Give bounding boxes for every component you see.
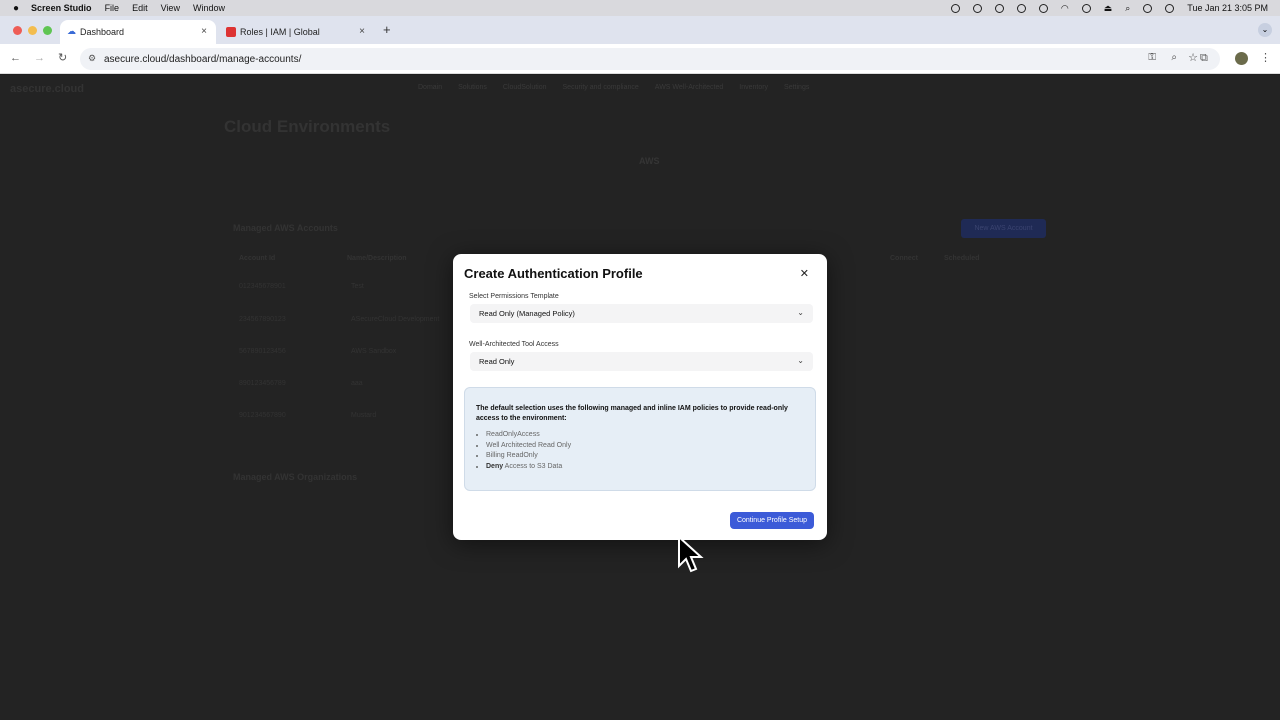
app-menu-name[interactable]: Screen Studio — [31, 3, 92, 13]
select-value: Read Only (Managed Policy) — [479, 309, 575, 318]
account-name: Test — [351, 283, 364, 290]
permissions-template-label: Select Permissions Template — [469, 293, 559, 300]
tab-roles-iam[interactable]: Roles | IAM | Global × — [220, 20, 374, 44]
nav-item-solutions[interactable]: Solutions — [458, 84, 487, 91]
eject-icon[interactable]: ⏏ — [1104, 3, 1113, 14]
chevron-down-icon: ⌄ — [797, 308, 804, 317]
menu-edit[interactable]: Edit — [132, 3, 148, 13]
policy-item: ReadOnlyAccess — [486, 430, 571, 441]
menu-window[interactable]: Window — [193, 3, 225, 13]
mac-menu-bar: ● Screen Studio File Edit View Window ◠ … — [0, 0, 1280, 16]
reload-icon[interactable]: ↻ — [58, 52, 67, 64]
policy-item: Billing ReadOnly — [486, 451, 571, 462]
nav-item-cloudsolution[interactable]: CloudSolution — [503, 84, 547, 91]
zoom-window-button[interactable] — [43, 26, 52, 35]
info-text: The default selection uses the following… — [476, 405, 788, 422]
cc-icon[interactable] — [994, 3, 1004, 13]
continue-profile-setup-button[interactable]: Continue Profile Setup — [730, 512, 814, 529]
site-info-icon[interactable]: ⚙ — [88, 53, 96, 64]
url-text: asecure.cloud/dashboard/manage-accounts/ — [104, 53, 302, 65]
tab-label: Dashboard — [80, 27, 125, 37]
account-id: 567890123456 — [239, 348, 286, 355]
account-name: ASecureCloud Development — [351, 316, 440, 323]
col-account-id: Account Id — [239, 255, 276, 262]
search-icon[interactable]: ⌕ — [1125, 3, 1130, 14]
nav-item-settings[interactable]: Settings — [784, 84, 809, 91]
policy-info-box: The default selection uses the following… — [464, 387, 816, 491]
orgs-section-title: Managed AWS Organizations — [233, 472, 358, 482]
nav-item-inventory[interactable]: Inventory — [739, 84, 768, 91]
apple-icon[interactable]: ● — [13, 3, 19, 14]
menu-view[interactable]: View — [161, 3, 180, 13]
close-window-button[interactable] — [13, 26, 22, 35]
new-account-button[interactable]: New AWS Account — [961, 219, 1046, 238]
policy-item-deny: Deny Access to S3 Data — [486, 462, 571, 473]
dropbox-icon[interactable] — [1016, 3, 1026, 13]
status-icon[interactable] — [972, 3, 982, 13]
aws-favicon-icon — [226, 27, 236, 37]
page-title: Cloud Environments — [224, 117, 391, 136]
wa-tool-access-label: Well-Architected Tool Access — [469, 341, 559, 348]
policy-item: Well Architected Read Only — [486, 441, 571, 452]
profile-avatar[interactable] — [1235, 52, 1248, 65]
col-connect: Connect — [890, 255, 918, 262]
deny-label: Deny — [486, 462, 504, 470]
account-name: Mustard — [351, 412, 377, 419]
accounts-section-title: Managed AWS Accounts — [233, 223, 338, 233]
wa-tool-access-select[interactable]: Read Only ⌄ — [470, 352, 813, 371]
back-icon[interactable]: ← — [10, 52, 21, 64]
account-name: aaa — [351, 380, 363, 387]
chevron-down-icon: ⌄ — [797, 356, 804, 365]
nav-item-well-architected[interactable]: AWS Well-Architected — [655, 84, 723, 91]
close-icon[interactable]: ✕ — [800, 267, 809, 280]
browser-toolbar: ← → ↻ ⚙ asecure.cloud/dashboard/manage-a… — [0, 44, 1280, 74]
extensions-icon[interactable]: ⧉ — [1200, 52, 1208, 64]
tab-dashboard[interactable]: ☁ Dashboard × — [60, 20, 216, 44]
browser-tab-bar: ☁ Dashboard × Roles | IAM | Global × + ⌄ — [0, 16, 1280, 44]
policy-list: ReadOnlyAccess Well Architected Read Onl… — [486, 430, 571, 472]
col-name: Name/Description — [347, 255, 407, 262]
nav-item-security[interactable]: Security and compliance — [563, 84, 639, 91]
clock[interactable]: Tue Jan 21 3:05 PM — [1187, 3, 1268, 13]
siri-icon[interactable] — [1165, 3, 1175, 13]
control-center-icon[interactable] — [1143, 3, 1153, 13]
bookmark-star-icon[interactable]: ☆ — [1188, 51, 1198, 64]
browser-menu-icon[interactable]: ⋮ — [1260, 52, 1271, 64]
provider-tab-aws[interactable]: AWS — [639, 156, 660, 166]
close-tab-icon[interactable]: × — [201, 26, 207, 37]
close-tab-icon[interactable]: × — [359, 26, 365, 37]
menu-file[interactable]: File — [105, 3, 120, 13]
minimize-window-button[interactable] — [28, 26, 37, 35]
tab-search-icon[interactable]: ⌄ — [1258, 23, 1272, 37]
site-logo[interactable]: asecure.cloud — [10, 83, 84, 95]
permissions-template-select[interactable]: Read Only (Managed Policy) ⌄ — [470, 304, 813, 323]
deny-text: Access to S3 Data — [503, 462, 563, 470]
account-id: 890123456789 — [239, 380, 286, 387]
tab-label: Roles | IAM | Global — [240, 27, 320, 37]
top-nav: Domain Solutions CloudSolution Security … — [418, 84, 809, 91]
new-tab-icon[interactable]: + — [383, 22, 391, 37]
user-icon[interactable] — [1081, 3, 1091, 13]
password-key-icon[interactable]: ⚿ — [1148, 52, 1156, 63]
account-name: AWS Sandbox — [351, 348, 397, 355]
wifi-icon[interactable]: ◠ — [1061, 3, 1069, 14]
nav-item-domain[interactable]: Domain — [418, 84, 442, 91]
modal-title: Create Authentication Profile — [464, 266, 643, 281]
select-value: Read Only — [479, 357, 515, 366]
create-auth-profile-modal: Create Authentication Profile ✕ Select P… — [453, 254, 827, 540]
account-id: 234567890123 — [239, 316, 286, 323]
col-scheduled: Scheduled — [944, 255, 980, 262]
account-id: 901234567890 — [239, 412, 286, 419]
window-icon[interactable] — [1038, 3, 1048, 13]
address-bar[interactable]: ⚙ asecure.cloud/dashboard/manage-account… — [80, 48, 1220, 70]
cloud-icon: ☁ — [67, 26, 76, 36]
mouse-pointer-icon — [678, 536, 704, 573]
forward-icon[interactable]: → — [34, 52, 45, 64]
zoom-icon[interactable]: ⌕ — [1171, 52, 1177, 63]
record-icon[interactable] — [950, 3, 960, 13]
account-id: 012345678901 — [239, 283, 286, 290]
